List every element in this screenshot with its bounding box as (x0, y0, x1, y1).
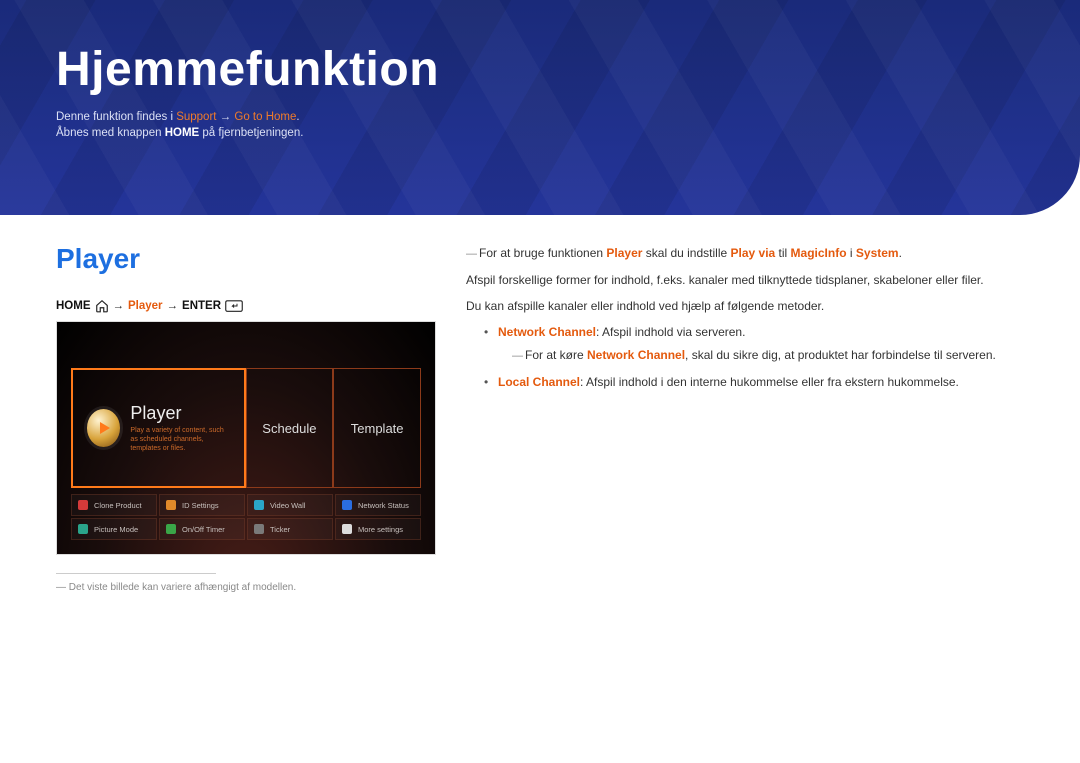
home-icon (95, 299, 109, 313)
tile-player-desc: Play a variety of content, such as sched… (130, 426, 231, 453)
bullet-local-channel: Local Channel: Afspil indhold i den inte… (484, 372, 1024, 392)
grid-cell[interactable]: Clone Product (71, 494, 157, 516)
tv-screenshot: Player Play a variety of content, such a… (56, 321, 436, 555)
grid-cell[interactable]: On/Off Timer (159, 518, 245, 540)
grid-cell[interactable]: Video Wall (247, 494, 333, 516)
nav-enter-label: ENTER (182, 300, 221, 312)
left-column: Player HOME → Player → ENTER Player Play… (56, 243, 436, 593)
grid-cell[interactable]: More settings (335, 518, 421, 540)
subnote-network: For at køre Network Channel, skal du sik… (512, 345, 1024, 366)
right-column: For at bruge funktionen Player skal du i… (466, 243, 1024, 593)
footnote: Det viste billede kan variere afhængigt … (56, 582, 436, 593)
grid-cell[interactable]: ID Settings (159, 494, 245, 516)
nav-path: HOME → Player → ENTER (56, 299, 436, 313)
tile-player-title: Player (130, 403, 231, 424)
tile-player[interactable]: Player Play a variety of content, such a… (71, 368, 246, 488)
nav-player-label: Player (128, 300, 163, 312)
enter-icon (225, 300, 243, 312)
nav-home-label: HOME (56, 300, 91, 312)
body-line-3: Du kan afspille kanaler eller indhold ve… (466, 296, 1024, 316)
bullet-network-channel: Network Channel: Afspil indhold via serv… (484, 322, 1024, 365)
grid-cell[interactable]: Ticker (247, 518, 333, 540)
banner-subtitle-1: Denne funktion findes i Support → Go to … (56, 111, 1080, 123)
grid-cell[interactable]: Network Status (335, 494, 421, 516)
note-line-1: For at bruge funktionen Player skal du i… (466, 243, 1024, 264)
page-title: Hjemmefunktion (56, 42, 1080, 97)
section-heading: Player (56, 243, 436, 275)
grid-cell[interactable]: Picture Mode (71, 518, 157, 540)
body-line-2: Afspil forskellige former for indhold, f… (466, 270, 1024, 290)
banner: Hjemmefunktion Denne funktion findes i S… (0, 0, 1080, 215)
footnote-rule (56, 573, 216, 574)
banner-subtitle-2: Åbnes med knappen HOME på fjernbetjening… (56, 127, 1080, 139)
play-icon (87, 409, 120, 447)
tile-schedule[interactable]: Schedule (246, 368, 334, 488)
tile-template[interactable]: Template (333, 368, 421, 488)
